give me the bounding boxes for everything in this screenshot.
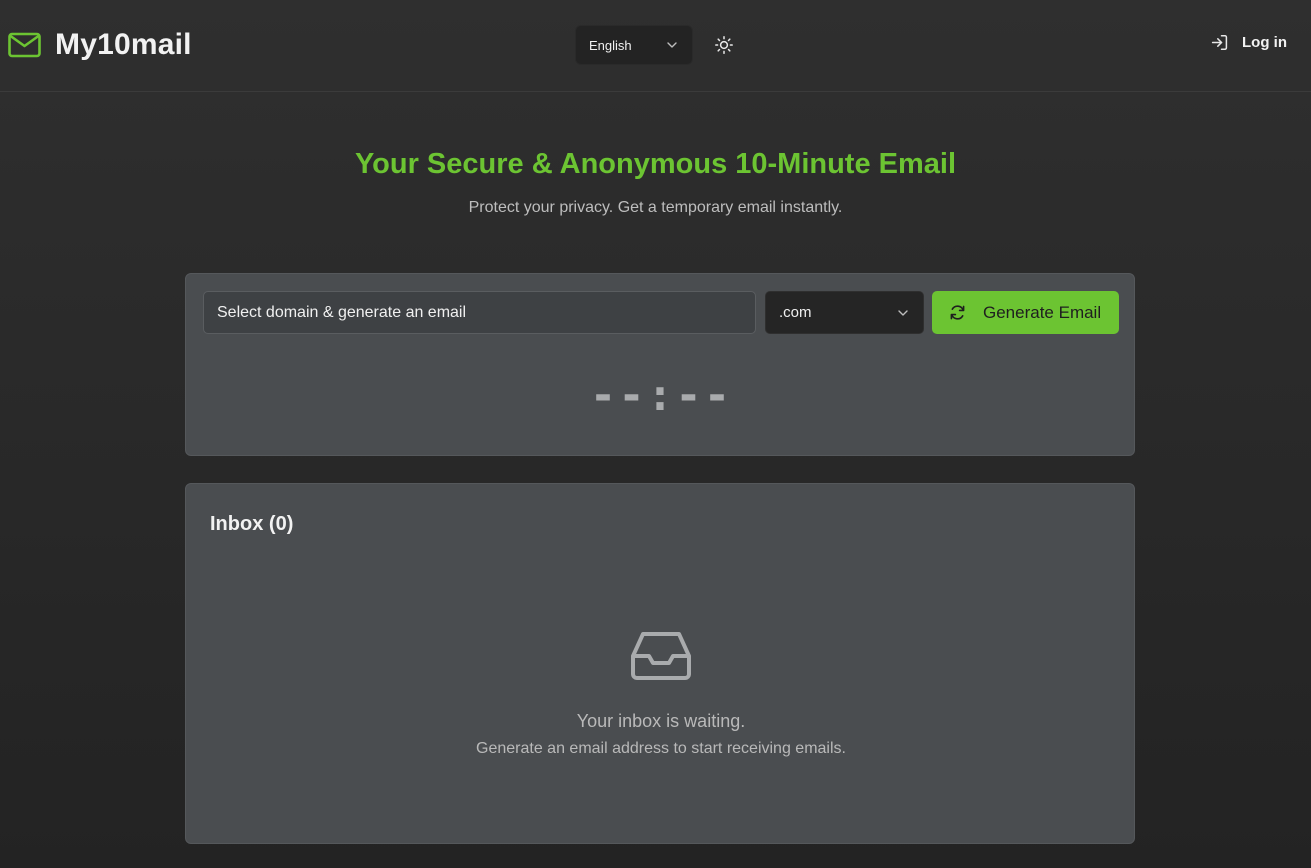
email-generator-card: .com Generate Email --:--: [185, 273, 1135, 456]
empty-inbox-hint: Generate an email address to start recei…: [476, 740, 846, 757]
hero-subtitle: Protect your privacy. Get a temporary em…: [468, 199, 843, 216]
language-value: English: [589, 37, 632, 53]
domain-value: .com: [779, 304, 812, 321]
empty-inbox-title: Your inbox is waiting.: [576, 711, 746, 731]
inbox-icon: [631, 632, 691, 680]
inbox-title: Inbox: [210, 513, 264, 535]
domain-select[interactable]: .com: [765, 291, 924, 334]
generate-email-button[interactable]: Generate Email: [932, 291, 1119, 334]
generate-email-label: Generate Email: [983, 302, 1102, 322]
chevron-down-icon: [898, 310, 908, 316]
language-select[interactable]: English: [575, 25, 693, 65]
mail-icon: [8, 32, 41, 58]
countdown-timer: --:--: [589, 370, 733, 421]
brand-name: My10mail: [55, 28, 192, 61]
chevron-down-icon: [667, 42, 677, 48]
login-button[interactable]: Log in: [1211, 34, 1287, 51]
top-bar: My10mail English Log in: [0, 0, 1311, 92]
refresh-icon: [950, 305, 965, 320]
brand-logo[interactable]: My10mail: [8, 26, 192, 64]
inbox-card: Inbox (0) Your inbox is waiting. Generat…: [185, 483, 1135, 844]
inbox-heading: Inbox (0): [210, 513, 293, 536]
sun-icon[interactable]: [714, 35, 734, 55]
inbox-count: (0): [268, 513, 294, 535]
login-label: Log in: [1242, 34, 1287, 51]
email-address-input[interactable]: [203, 291, 756, 334]
hero-title: Your Secure & Anonymous 10-Minute Email: [354, 148, 957, 180]
log-in-icon: [1211, 35, 1228, 50]
